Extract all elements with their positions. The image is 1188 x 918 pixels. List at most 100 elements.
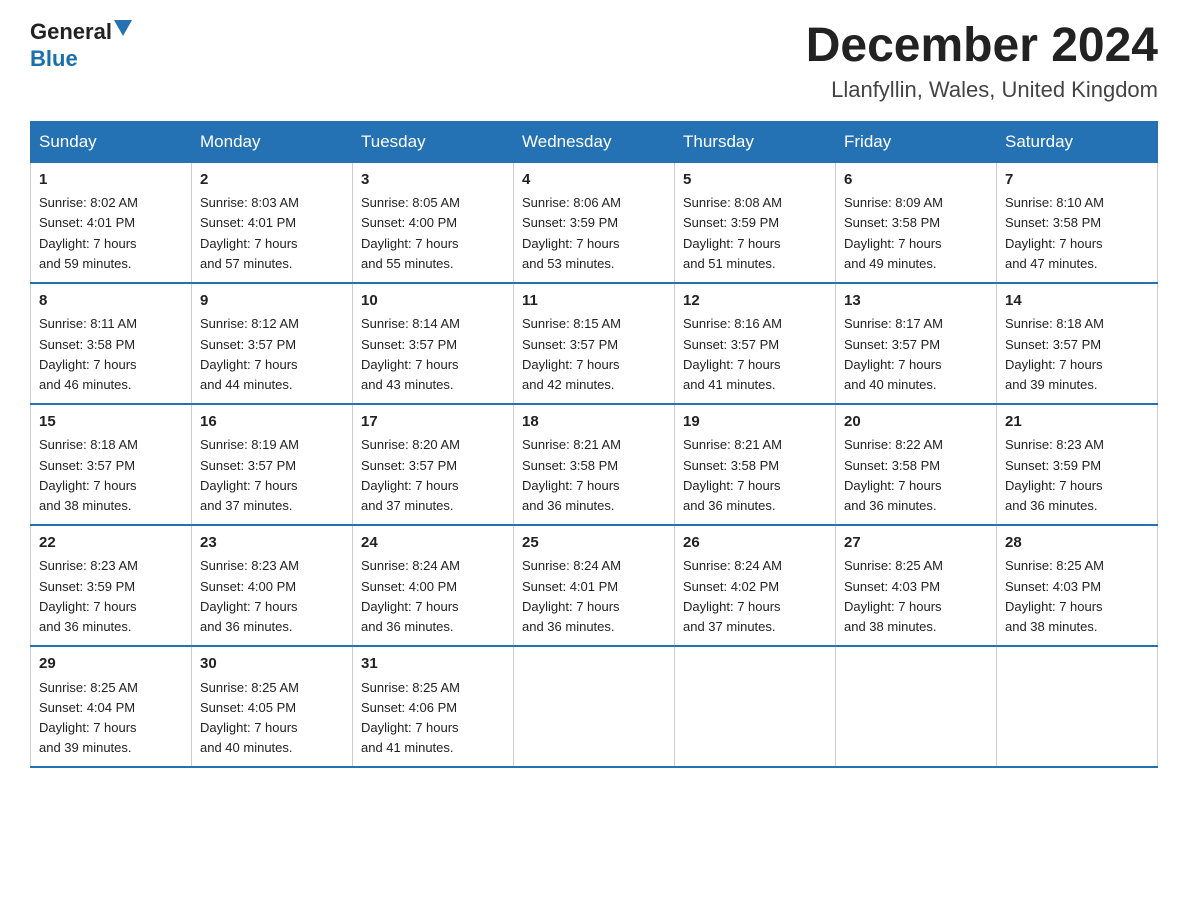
calendar-cell: 16 Sunrise: 8:19 AMSunset: 3:57 PMDaylig… (192, 404, 353, 525)
day-number: 3 (361, 169, 505, 192)
calendar-cell: 12 Sunrise: 8:16 AMSunset: 3:57 PMDaylig… (675, 283, 836, 404)
day-info: Sunrise: 8:08 AMSunset: 3:59 PMDaylight:… (683, 193, 827, 274)
calendar-cell: 29 Sunrise: 8:25 AMSunset: 4:04 PMDaylig… (31, 646, 192, 767)
day-number: 11 (522, 290, 666, 313)
day-number: 1 (39, 169, 183, 192)
day-number: 16 (200, 411, 344, 434)
day-number: 26 (683, 532, 827, 555)
calendar-cell: 10 Sunrise: 8:14 AMSunset: 3:57 PMDaylig… (353, 283, 514, 404)
calendar-cell: 24 Sunrise: 8:24 AMSunset: 4:00 PMDaylig… (353, 525, 514, 646)
calendar-cell: 2 Sunrise: 8:03 AMSunset: 4:01 PMDayligh… (192, 162, 353, 283)
calendar-cell: 15 Sunrise: 8:18 AMSunset: 3:57 PMDaylig… (31, 404, 192, 525)
day-info: Sunrise: 8:21 AMSunset: 3:58 PMDaylight:… (683, 435, 827, 516)
day-info: Sunrise: 8:25 AMSunset: 4:06 PMDaylight:… (361, 678, 505, 759)
day-number: 5 (683, 169, 827, 192)
header-sunday: Sunday (31, 121, 192, 162)
day-info: Sunrise: 8:25 AMSunset: 4:03 PMDaylight:… (1005, 556, 1149, 637)
day-number: 27 (844, 532, 988, 555)
day-number: 10 (361, 290, 505, 313)
day-info: Sunrise: 8:11 AMSunset: 3:58 PMDaylight:… (39, 314, 183, 395)
week-row-3: 15 Sunrise: 8:18 AMSunset: 3:57 PMDaylig… (31, 404, 1158, 525)
day-info: Sunrise: 8:10 AMSunset: 3:58 PMDaylight:… (1005, 193, 1149, 274)
day-info: Sunrise: 8:24 AMSunset: 4:00 PMDaylight:… (361, 556, 505, 637)
day-number: 9 (200, 290, 344, 313)
day-number: 2 (200, 169, 344, 192)
day-info: Sunrise: 8:22 AMSunset: 3:58 PMDaylight:… (844, 435, 988, 516)
logo-blue: Blue (30, 46, 78, 72)
calendar-cell: 17 Sunrise: 8:20 AMSunset: 3:57 PMDaylig… (353, 404, 514, 525)
day-number: 29 (39, 653, 183, 676)
calendar-cell: 23 Sunrise: 8:23 AMSunset: 4:00 PMDaylig… (192, 525, 353, 646)
calendar-cell: 31 Sunrise: 8:25 AMSunset: 4:06 PMDaylig… (353, 646, 514, 767)
calendar-cell: 1 Sunrise: 8:02 AMSunset: 4:01 PMDayligh… (31, 162, 192, 283)
day-number: 21 (1005, 411, 1149, 434)
calendar-cell: 19 Sunrise: 8:21 AMSunset: 3:58 PMDaylig… (675, 404, 836, 525)
calendar-cell: 8 Sunrise: 8:11 AMSunset: 3:58 PMDayligh… (31, 283, 192, 404)
day-number: 19 (683, 411, 827, 434)
logo: General Blue (30, 20, 132, 72)
day-info: Sunrise: 8:24 AMSunset: 4:02 PMDaylight:… (683, 556, 827, 637)
day-info: Sunrise: 8:25 AMSunset: 4:04 PMDaylight:… (39, 678, 183, 759)
logo-triangle-icon (114, 20, 132, 38)
calendar-cell: 27 Sunrise: 8:25 AMSunset: 4:03 PMDaylig… (836, 525, 997, 646)
day-number: 8 (39, 290, 183, 313)
day-number: 6 (844, 169, 988, 192)
day-info: Sunrise: 8:06 AMSunset: 3:59 PMDaylight:… (522, 193, 666, 274)
day-number: 4 (522, 169, 666, 192)
day-number: 17 (361, 411, 505, 434)
calendar-cell: 14 Sunrise: 8:18 AMSunset: 3:57 PMDaylig… (997, 283, 1158, 404)
day-info: Sunrise: 8:21 AMSunset: 3:58 PMDaylight:… (522, 435, 666, 516)
calendar-table: SundayMondayTuesdayWednesdayThursdayFrid… (30, 121, 1158, 768)
day-info: Sunrise: 8:23 AMSunset: 4:00 PMDaylight:… (200, 556, 344, 637)
day-info: Sunrise: 8:20 AMSunset: 3:57 PMDaylight:… (361, 435, 505, 516)
day-number: 23 (200, 532, 344, 555)
page-header: General Blue December 2024 Llanfyllin, W… (30, 20, 1158, 103)
day-info: Sunrise: 8:19 AMSunset: 3:57 PMDaylight:… (200, 435, 344, 516)
calendar-cell: 13 Sunrise: 8:17 AMSunset: 3:57 PMDaylig… (836, 283, 997, 404)
calendar-cell: 5 Sunrise: 8:08 AMSunset: 3:59 PMDayligh… (675, 162, 836, 283)
day-number: 25 (522, 532, 666, 555)
calendar-cell: 3 Sunrise: 8:05 AMSunset: 4:00 PMDayligh… (353, 162, 514, 283)
calendar-cell: 9 Sunrise: 8:12 AMSunset: 3:57 PMDayligh… (192, 283, 353, 404)
calendar-cell: 7 Sunrise: 8:10 AMSunset: 3:58 PMDayligh… (997, 162, 1158, 283)
day-info: Sunrise: 8:09 AMSunset: 3:58 PMDaylight:… (844, 193, 988, 274)
logo-general: General (30, 21, 112, 43)
header-tuesday: Tuesday (353, 121, 514, 162)
day-info: Sunrise: 8:17 AMSunset: 3:57 PMDaylight:… (844, 314, 988, 395)
calendar-cell: 22 Sunrise: 8:23 AMSunset: 3:59 PMDaylig… (31, 525, 192, 646)
title-block: December 2024 Llanfyllin, Wales, United … (806, 20, 1158, 103)
calendar-cell: 30 Sunrise: 8:25 AMSunset: 4:05 PMDaylig… (192, 646, 353, 767)
day-info: Sunrise: 8:14 AMSunset: 3:57 PMDaylight:… (361, 314, 505, 395)
day-info: Sunrise: 8:23 AMSunset: 3:59 PMDaylight:… (39, 556, 183, 637)
day-number: 22 (39, 532, 183, 555)
calendar-cell: 26 Sunrise: 8:24 AMSunset: 4:02 PMDaylig… (675, 525, 836, 646)
day-number: 24 (361, 532, 505, 555)
day-number: 30 (200, 653, 344, 676)
day-info: Sunrise: 8:03 AMSunset: 4:01 PMDaylight:… (200, 193, 344, 274)
day-info: Sunrise: 8:18 AMSunset: 3:57 PMDaylight:… (1005, 314, 1149, 395)
day-info: Sunrise: 8:25 AMSunset: 4:03 PMDaylight:… (844, 556, 988, 637)
month-title: December 2024 (806, 20, 1158, 73)
day-number: 18 (522, 411, 666, 434)
calendar-cell: 11 Sunrise: 8:15 AMSunset: 3:57 PMDaylig… (514, 283, 675, 404)
week-row-5: 29 Sunrise: 8:25 AMSunset: 4:04 PMDaylig… (31, 646, 1158, 767)
day-number: 28 (1005, 532, 1149, 555)
calendar-cell (675, 646, 836, 767)
day-number: 7 (1005, 169, 1149, 192)
day-info: Sunrise: 8:24 AMSunset: 4:01 PMDaylight:… (522, 556, 666, 637)
week-row-1: 1 Sunrise: 8:02 AMSunset: 4:01 PMDayligh… (31, 162, 1158, 283)
calendar-header-row: SundayMondayTuesdayWednesdayThursdayFrid… (31, 121, 1158, 162)
day-info: Sunrise: 8:05 AMSunset: 4:00 PMDaylight:… (361, 193, 505, 274)
day-info: Sunrise: 8:16 AMSunset: 3:57 PMDaylight:… (683, 314, 827, 395)
calendar-cell (836, 646, 997, 767)
calendar-cell (514, 646, 675, 767)
day-info: Sunrise: 8:12 AMSunset: 3:57 PMDaylight:… (200, 314, 344, 395)
day-number: 15 (39, 411, 183, 434)
calendar-cell: 25 Sunrise: 8:24 AMSunset: 4:01 PMDaylig… (514, 525, 675, 646)
day-number: 13 (844, 290, 988, 313)
calendar-cell: 28 Sunrise: 8:25 AMSunset: 4:03 PMDaylig… (997, 525, 1158, 646)
calendar-cell (997, 646, 1158, 767)
day-info: Sunrise: 8:23 AMSunset: 3:59 PMDaylight:… (1005, 435, 1149, 516)
week-row-4: 22 Sunrise: 8:23 AMSunset: 3:59 PMDaylig… (31, 525, 1158, 646)
day-info: Sunrise: 8:18 AMSunset: 3:57 PMDaylight:… (39, 435, 183, 516)
